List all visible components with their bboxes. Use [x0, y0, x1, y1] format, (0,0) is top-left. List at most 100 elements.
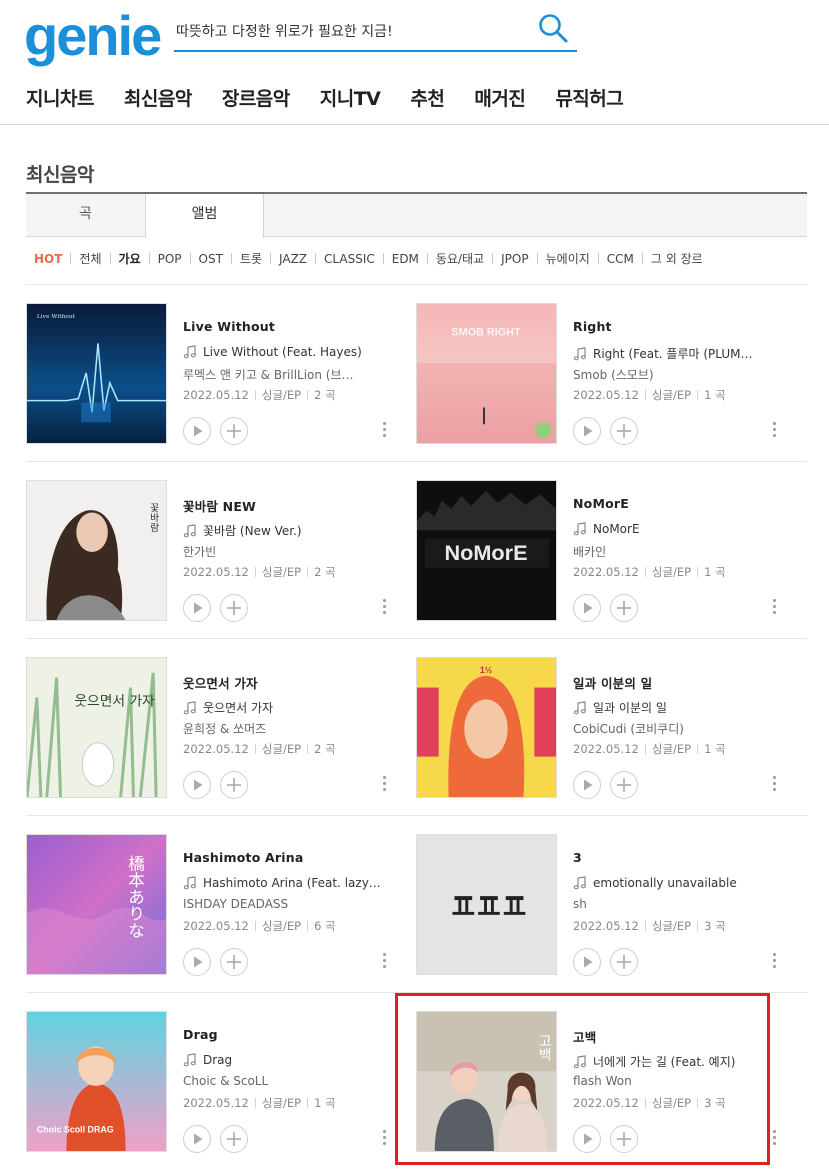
album-song[interactable]: 꽃바람 (New Ver.)	[183, 522, 393, 539]
album-cover[interactable]: SMOB RIGHT	[416, 303, 557, 444]
genre-kids[interactable]: 동요/태교	[436, 250, 484, 267]
more-options-icon[interactable]	[770, 952, 778, 972]
album-cover[interactable]: 橋本ありな	[26, 834, 167, 975]
album-artist[interactable]: CobiCudi (코비쿠디)	[573, 720, 768, 737]
album-cover[interactable]: Live Without	[26, 303, 167, 444]
music-note-icon	[183, 876, 196, 890]
album-artist[interactable]: sh	[573, 897, 768, 911]
play-button[interactable]	[573, 771, 601, 799]
album-cover[interactable]: 웃으면서 가자	[26, 657, 167, 798]
play-button[interactable]	[183, 1125, 211, 1153]
album-title[interactable]: 3	[573, 850, 582, 865]
album-cover[interactable]: 고백	[416, 1011, 557, 1152]
play-button[interactable]	[183, 948, 211, 976]
play-button[interactable]	[573, 948, 601, 976]
genre-newage[interactable]: 뉴에이지	[546, 250, 590, 267]
add-button[interactable]	[610, 594, 638, 622]
album-song[interactable]: 웃으면서 가자	[183, 699, 393, 716]
album-song[interactable]: emotionally unavailable	[573, 876, 783, 890]
play-button[interactable]	[573, 594, 601, 622]
album-title[interactable]: Right	[573, 319, 612, 334]
add-button[interactable]	[610, 417, 638, 445]
genre-classic[interactable]: CLASSIC	[324, 252, 375, 266]
album-title[interactable]: 웃으면서 가자	[183, 673, 258, 692]
album-song[interactable]: Right (Feat. 플루마 (PLUM…	[573, 345, 783, 362]
genre-all[interactable]: 전체	[79, 250, 101, 267]
album-song[interactable]: Live Without (Feat. Hayes)	[183, 345, 393, 359]
search-input[interactable]	[176, 18, 526, 44]
genre-jpop[interactable]: JPOP	[501, 252, 528, 266]
album-song[interactable]: NoMorE	[573, 522, 783, 536]
album-artist[interactable]: ISHDAY DEADASS	[183, 897, 378, 911]
add-button[interactable]	[220, 417, 248, 445]
add-button[interactable]	[220, 948, 248, 976]
album-cover[interactable]: 꽃바람	[26, 480, 167, 621]
more-options-icon[interactable]	[380, 775, 388, 795]
more-options-icon[interactable]	[380, 598, 388, 618]
more-options-icon[interactable]	[770, 598, 778, 618]
album-artist[interactable]: 배카인	[573, 543, 768, 560]
album-cover[interactable]	[416, 834, 557, 975]
add-button[interactable]	[220, 771, 248, 799]
genre-ccm[interactable]: CCM	[607, 252, 634, 266]
add-button[interactable]	[610, 1125, 638, 1153]
genre-edm[interactable]: EDM	[392, 252, 419, 266]
genre-jazz[interactable]: JAZZ	[279, 252, 307, 266]
album-cover[interactable]: NoMorE	[416, 480, 557, 621]
play-button[interactable]	[573, 417, 601, 445]
album-song[interactable]: Hashimoto Arina (Feat. lazy…	[183, 876, 393, 890]
nav-music-hug[interactable]: 뮤직허그	[555, 84, 623, 111]
nav-genre-music[interactable]: 장르음악	[222, 84, 290, 111]
album-song[interactable]: 일과 이분의 일	[573, 699, 783, 716]
album-cover[interactable]: Choic Scoll DRAG	[26, 1011, 167, 1152]
album-song[interactable]: Drag	[183, 1053, 393, 1067]
album-song[interactable]: 너에게 가는 길 (Feat. 예지)	[573, 1053, 783, 1070]
more-options-icon[interactable]	[380, 421, 388, 441]
genre-pop[interactable]: POP	[158, 252, 182, 266]
more-options-icon[interactable]	[380, 952, 388, 972]
nav-recommend[interactable]: 추천	[410, 84, 444, 111]
nav-genie-chart[interactable]: 지니차트	[26, 84, 94, 111]
nav-magazine[interactable]: 매거진	[474, 84, 525, 111]
tab-albums[interactable]: 앨범	[145, 194, 264, 238]
album-artist[interactable]: Choic & ScoLL	[183, 1074, 378, 1088]
tab-songs[interactable]: 곡	[26, 194, 145, 237]
album-artist[interactable]: 윤희정 & 쏘머즈	[183, 720, 378, 737]
play-button[interactable]	[183, 771, 211, 799]
more-options-icon[interactable]	[380, 1129, 388, 1149]
genre-trot[interactable]: 트롯	[240, 250, 262, 267]
album-title[interactable]: Drag	[183, 1027, 218, 1042]
album-title[interactable]: 꽃바람 NEW	[183, 496, 256, 515]
album-cover[interactable]: 1½	[416, 657, 557, 798]
more-options-icon[interactable]	[770, 421, 778, 441]
album-item: 1½ 일과 이분의 일 일과 이분의 일 CobiCudi (코비쿠디) 202…	[416, 657, 806, 799]
nav-genie-tv[interactable]: 지니TV	[320, 84, 381, 111]
album-artist[interactable]: Smob (스모브)	[573, 366, 768, 383]
genie-logo[interactable]: genie	[24, 8, 162, 64]
add-button[interactable]	[610, 948, 638, 976]
play-button[interactable]	[183, 594, 211, 622]
album-artist[interactable]: 루멕스 앤 키고 & BrillLion (브…	[183, 366, 378, 383]
album-title[interactable]: 고백	[573, 1027, 596, 1046]
more-options-icon[interactable]	[770, 775, 778, 795]
add-button[interactable]	[220, 594, 248, 622]
more-options-icon[interactable]	[770, 1129, 778, 1149]
genre-kpop[interactable]: 가요	[119, 250, 141, 267]
search-icon[interactable]	[537, 12, 569, 44]
album-artist[interactable]: flash Won	[573, 1074, 768, 1088]
play-icon	[194, 425, 203, 437]
album-title[interactable]: NoMorE	[573, 496, 629, 511]
genre-hot[interactable]: HOT	[34, 252, 62, 266]
add-button[interactable]	[220, 1125, 248, 1153]
nav-new-music[interactable]: 최신음악	[124, 84, 192, 111]
album-artist[interactable]: 한가빈	[183, 543, 378, 560]
genre-other[interactable]: 그 외 장르	[651, 250, 703, 267]
play-button[interactable]	[183, 417, 211, 445]
add-button[interactable]	[610, 771, 638, 799]
album-item: 웃으면서 가자 웃으면서 가자 웃으면서 가자 윤희정 & 쏘머즈 2022.0…	[26, 657, 416, 799]
play-button[interactable]	[573, 1125, 601, 1153]
album-title[interactable]: Live Without	[183, 319, 275, 334]
album-title[interactable]: 일과 이분의 일	[573, 673, 652, 692]
genre-ost[interactable]: OST	[199, 252, 223, 266]
album-title[interactable]: Hashimoto Arina	[183, 850, 304, 865]
